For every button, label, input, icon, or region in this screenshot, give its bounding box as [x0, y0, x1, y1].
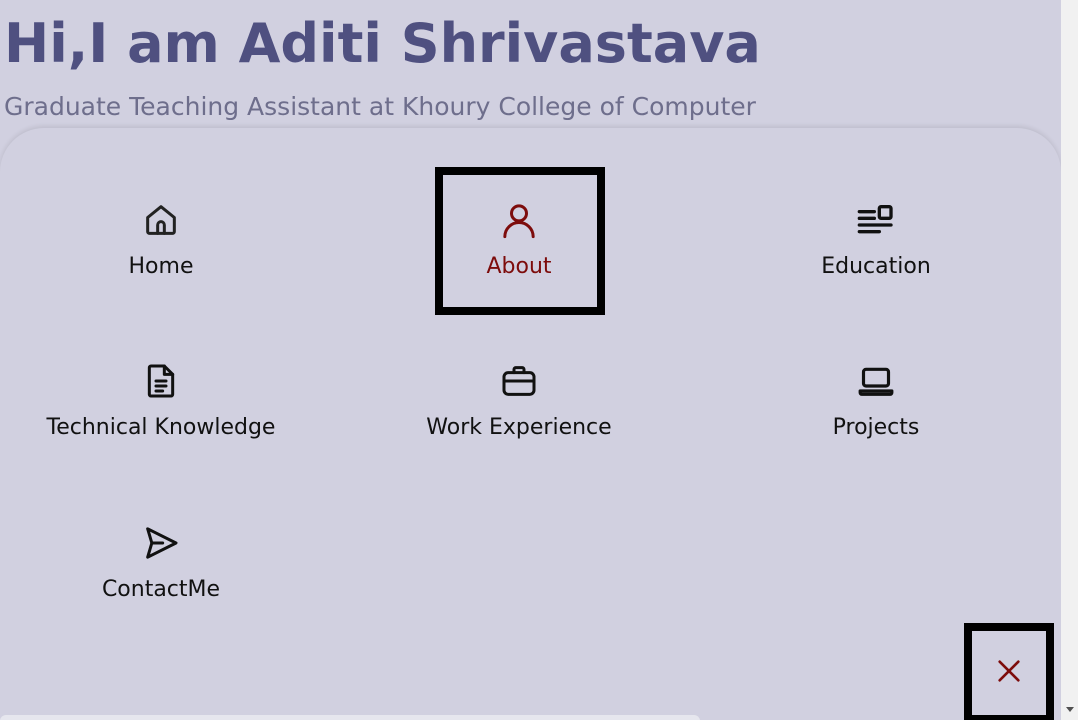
menu-item-technical-knowledge[interactable]: Technical Knowledge: [11, 361, 311, 481]
menu-item-label: Work Experience: [426, 415, 612, 440]
menu-item-contactme[interactable]: ContactMe: [11, 523, 311, 643]
vertical-scrollbar[interactable]: [1061, 0, 1078, 720]
page: Hi,I am Aditi Shrivastava Graduate Teach…: [0, 0, 1078, 720]
home-icon: [141, 200, 181, 240]
document-icon: [141, 361, 181, 401]
user-icon: [499, 200, 539, 240]
menu-item-label: Projects: [832, 415, 920, 440]
bottom-edge-bar: [0, 715, 700, 720]
scroll-down-arrow-icon[interactable]: [1066, 707, 1074, 712]
menu-item-home[interactable]: Home: [11, 200, 311, 320]
hero-subtitle: Graduate Teaching Assistant at Khoury Co…: [4, 92, 756, 121]
send-icon: [141, 523, 181, 563]
nav-menu-panel: Home About Education Technical Knowledge…: [0, 128, 1061, 720]
menu-item-education[interactable]: Education: [726, 200, 1026, 320]
menu-item-about[interactable]: About: [369, 200, 669, 320]
close-menu-button[interactable]: [964, 623, 1054, 720]
news-icon: [856, 200, 896, 240]
close-icon: [995, 657, 1023, 689]
menu-item-work-experience[interactable]: Work Experience: [369, 361, 669, 481]
menu-item-label: About: [486, 254, 552, 279]
menu-item-label: Home: [128, 254, 194, 279]
menu-item-projects[interactable]: Projects: [726, 361, 1026, 481]
hero-title: Hi,I am Aditi Shrivastava: [4, 12, 761, 75]
briefcase-icon: [499, 361, 539, 401]
menu-item-label: ContactMe: [101, 577, 221, 602]
menu-item-label: Education: [821, 254, 931, 279]
menu-item-label: Technical Knowledge: [46, 415, 276, 440]
laptop-icon: [856, 361, 896, 401]
